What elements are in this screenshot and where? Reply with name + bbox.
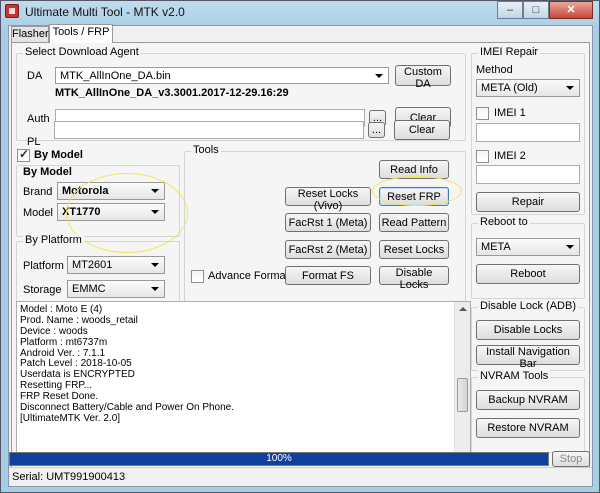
- advance-format-checkbox[interactable]: [191, 270, 204, 283]
- reboot-group: Reboot to META Reboot: [471, 216, 585, 299]
- tools-group: Tools Read Info Reset Locks (Vivo) Reset…: [184, 144, 466, 311]
- method-select[interactable]: META (Old): [476, 79, 580, 97]
- log-output[interactable]: Model : Moto E (4) Prod. Name : woods_ret…: [16, 301, 471, 463]
- storage-select-value: EMMC: [72, 283, 106, 295]
- model-label: Model: [23, 207, 53, 219]
- log-line: Prod. Name : woods_retail: [20, 314, 138, 326]
- log-line: Android Ver. : 7.1.1: [20, 347, 106, 359]
- imei2-checkbox[interactable]: [476, 150, 489, 163]
- log-lines: Model : Moto E (4) Prod. Name : woods_ret…: [20, 304, 234, 424]
- repair-button[interactable]: Repair: [476, 192, 580, 212]
- by-platform-title: By Platform: [23, 234, 84, 246]
- stop-button[interactable]: Stop: [552, 451, 590, 467]
- scroll-thumb[interactable]: [457, 378, 468, 412]
- imei2-field[interactable]: [476, 165, 580, 184]
- chevron-down-icon: [566, 86, 574, 90]
- window-title: Ultimate Multi Tool - MTK v2.0: [25, 5, 185, 19]
- reset-locks-button[interactable]: Reset Locks: [379, 240, 449, 259]
- log-line: Platform : mt6737m: [20, 336, 108, 348]
- log-line: Patch Level : 2018-10-05: [20, 358, 132, 370]
- app-window: Ultimate Multi Tool - MTK v2.0 – □ ✕ Fla…: [0, 0, 600, 493]
- title-bar[interactable]: Ultimate Multi Tool - MTK v2.0 – □ ✕: [1, 1, 599, 23]
- status-bar: Serial: UMT991900413: [9, 467, 592, 486]
- log-line: Device : woods: [20, 325, 88, 337]
- da-select[interactable]: MTK_AllInOne_DA.bin: [55, 67, 389, 84]
- reboot-button[interactable]: Reboot: [476, 264, 580, 284]
- pl-field[interactable]: [54, 121, 364, 139]
- pl-clear-button[interactable]: Clear: [394, 120, 450, 140]
- da-label: DA: [27, 70, 43, 82]
- log-line: Disconnect Battery/Cable and Power On Ph…: [20, 402, 235, 414]
- client-area: Flasher Tools / FRP Select Download Agen…: [8, 24, 593, 487]
- by-model-checkbox[interactable]: [17, 147, 30, 162]
- by-platform-group: By Platform Platform MT2601 Storage EMMC: [16, 234, 180, 309]
- progress-label: 100%: [266, 453, 292, 464]
- imei1-field[interactable]: [476, 123, 580, 142]
- reboot-select-value: META: [481, 241, 511, 253]
- imei1-checkbox[interactable]: [476, 107, 489, 120]
- scroll-up-icon[interactable]: [459, 307, 467, 311]
- disable-locks-button[interactable]: Disable Locks: [379, 266, 449, 291]
- da-select-value: MTK_AllInOne_DA.bin: [60, 70, 171, 82]
- app-icon: [5, 4, 19, 18]
- imei1-label: IMEI 1: [494, 107, 526, 119]
- platform-select[interactable]: MT2601: [67, 256, 165, 274]
- method-select-value: META (Old): [481, 82, 538, 94]
- log-line: FRP Reset Done.: [20, 391, 99, 403]
- imei2-label: IMEI 2: [494, 150, 526, 162]
- progress-bar: 100%: [9, 452, 549, 466]
- da-version: MTK_AllInOne_DA_v3.3001.2017-12-29.16:29: [55, 87, 289, 99]
- disable-lock-adb-group: Disable Lock (ADB) Disable Locks Install…: [471, 300, 585, 371]
- brand-label: Brand: [23, 186, 53, 198]
- disable-locks-adb-button[interactable]: Disable Locks: [476, 320, 580, 340]
- custom-da-button[interactable]: Custom DA: [395, 65, 451, 90]
- nvram-tools-title: NVRAM Tools: [478, 370, 551, 382]
- read-pattern-button[interactable]: Read Pattern: [379, 213, 449, 232]
- pl-browse-button[interactable]: ...: [368, 122, 385, 138]
- by-model-title: By Model: [23, 166, 72, 178]
- chevron-down-icon: [375, 74, 383, 78]
- log-scrollbar[interactable]: [454, 302, 470, 462]
- close-button[interactable]: ✕: [549, 1, 593, 19]
- backup-nvram-button[interactable]: Backup NVRAM: [476, 390, 580, 410]
- tab-flasher[interactable]: Flasher: [11, 26, 49, 43]
- format-fs-button[interactable]: Format FS: [285, 266, 371, 285]
- log-line: [UltimateMTK Ver. 2.0]: [20, 412, 121, 424]
- storage-label: Storage: [23, 284, 62, 296]
- download-agent-title: Select Download Agent: [23, 46, 141, 58]
- disable-lock-adb-title: Disable Lock (ADB): [478, 300, 578, 312]
- chevron-down-icon: [566, 245, 574, 249]
- platform-label: Platform: [23, 260, 64, 272]
- platform-select-value: MT2601: [72, 259, 113, 271]
- log-line: Resetting FRP...: [20, 380, 93, 392]
- storage-select[interactable]: EMMC: [67, 280, 165, 298]
- install-navigation-bar-button[interactable]: Install Navigation Bar: [476, 345, 580, 370]
- minimize-button[interactable]: –: [497, 1, 523, 19]
- reboot-select[interactable]: META: [476, 238, 580, 256]
- tools-frp-panel: Select Download Agent DA MTK_AllInOne_DA…: [11, 42, 590, 469]
- maximize-button[interactable]: □: [523, 1, 549, 19]
- restore-nvram-button[interactable]: Restore NVRAM: [476, 418, 580, 438]
- reset-locks-vivo-button[interactable]: Reset Locks (Vivo): [285, 187, 371, 212]
- log-line: Userdata is ENCRYPTED: [20, 369, 135, 381]
- chevron-down-icon: [151, 287, 159, 291]
- facrst2-meta-button[interactable]: FacRst 2 (Meta): [285, 240, 371, 259]
- by-model-checkbox-label: By Model: [34, 149, 83, 161]
- auth-label: Auth: [27, 113, 50, 125]
- reboot-title: Reboot to: [478, 216, 530, 228]
- nvram-tools-group: NVRAM Tools Backup NVRAM Restore NVRAM: [471, 370, 585, 453]
- tools-title: Tools: [191, 144, 221, 156]
- log-line: Model : Moto E (4): [20, 304, 103, 315]
- imei-repair-title: IMEI Repair: [478, 46, 541, 58]
- reset-frp-highlight: [372, 176, 462, 206]
- tab-tools-frp[interactable]: Tools / FRP: [49, 24, 113, 43]
- imei-repair-group: IMEI Repair Method META (Old) IMEI 1 IME…: [471, 46, 585, 215]
- facrst1-meta-button[interactable]: FacRst 1 (Meta): [285, 213, 371, 232]
- advance-format-label: Advance Format: [208, 270, 289, 282]
- serial-text: Serial: UMT991900413: [12, 471, 126, 483]
- method-label: Method: [476, 64, 513, 76]
- chevron-down-icon: [151, 263, 159, 267]
